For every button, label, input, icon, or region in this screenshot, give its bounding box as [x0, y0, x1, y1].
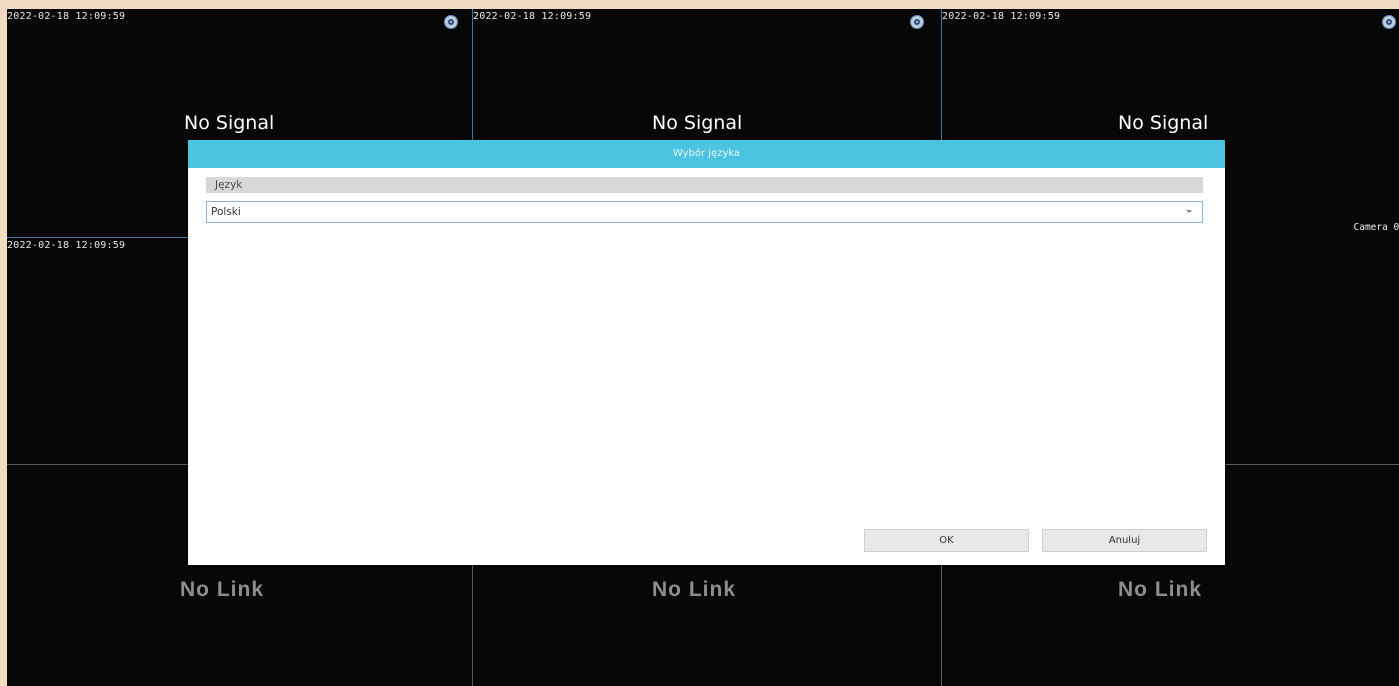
tile-timestamp: 2022-02-18 12:09:59 — [7, 240, 126, 251]
no-signal-label: No Signal — [652, 112, 743, 134]
tile-timestamp: 2022-02-18 12:09:59 — [942, 11, 1061, 22]
no-link-label: No Link — [652, 578, 736, 601]
tile-timestamp: 2022-02-18 12:09:59 — [473, 11, 592, 22]
cancel-button[interactable]: Anuluj — [1042, 529, 1207, 552]
no-signal-label: No Signal — [184, 112, 275, 134]
no-link-label: No Link — [180, 578, 264, 601]
language-label: Język — [206, 177, 1203, 193]
chevron-down-icon[interactable] — [1186, 210, 1192, 213]
ptz-control-icon[interactable] — [1382, 15, 1396, 29]
dialog-title: Wybór języka — [188, 140, 1225, 168]
ptz-control-icon[interactable] — [910, 15, 924, 29]
no-link-label: No Link — [1118, 578, 1202, 601]
no-signal-label: No Signal — [1118, 112, 1209, 134]
tile-timestamp: 2022-02-18 12:09:59 — [7, 11, 126, 22]
language-select[interactable]: Polski — [206, 201, 1203, 223]
language-select-value: Polski — [211, 206, 241, 218]
ok-button[interactable]: OK — [864, 529, 1029, 552]
camera-name-label: Camera 03 — [1353, 222, 1399, 233]
ptz-control-icon[interactable] — [444, 15, 458, 29]
language-dialog: Wybór języka Język Polski OK Anuluj — [188, 140, 1225, 565]
